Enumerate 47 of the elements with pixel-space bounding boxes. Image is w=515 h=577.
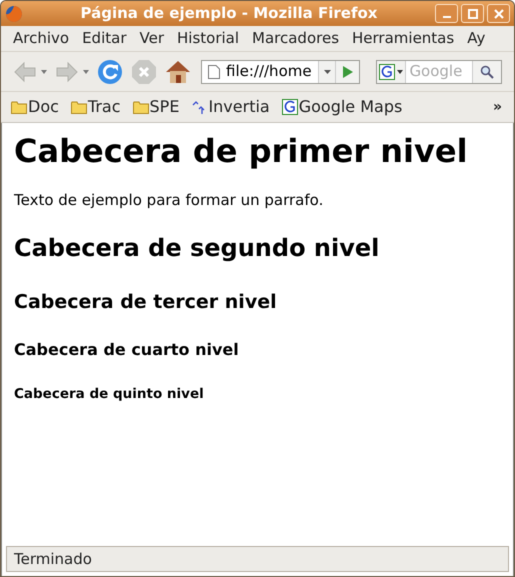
play-icon <box>342 66 353 78</box>
search-icon <box>480 64 494 78</box>
home-icon[interactable] <box>165 58 191 84</box>
url-field[interactable]: file:///home <box>201 60 360 84</box>
more-bookmarks-button[interactable]: » <box>492 96 504 118</box>
history-dropdown-button[interactable] <box>318 60 336 82</box>
caret-icon <box>324 70 331 74</box>
reload-icon[interactable] <box>97 58 123 84</box>
bookmark-item[interactable]: Google Maps <box>298 95 402 119</box>
google-logo-icon[interactable] <box>379 64 396 80</box>
bookmark-item[interactable]: SPE <box>150 95 180 119</box>
bookmark-item[interactable]: Invertia <box>208 95 270 119</box>
heading: Cabecera de segundo nivel <box>14 232 380 264</box>
menu-item[interactable]: Archivo <box>13 27 70 50</box>
paragraph: Texto de ejemplo para formar un parrafo. <box>14 190 324 211</box>
window-title: Página de ejemplo - Mozilla Firefox <box>80 3 378 24</box>
menu-item[interactable]: Marcadores <box>252 27 340 50</box>
menu-item[interactable]: Herramientas <box>352 27 454 50</box>
maximize-icon <box>468 8 478 18</box>
folder-icon <box>70 100 87 114</box>
search-button[interactable] <box>472 60 501 82</box>
bookmark-item[interactable]: Trac <box>88 95 121 119</box>
heading: Cabecera de primer nivel <box>14 135 469 167</box>
go-button[interactable] <box>335 60 360 82</box>
search-field[interactable]: Google <box>376 60 502 84</box>
google-favicon-icon <box>282 99 298 115</box>
close-button[interactable] <box>487 4 510 23</box>
firefox-logo-icon <box>5 4 23 22</box>
url-text: file:///home <box>226 61 313 82</box>
close-icon <box>494 8 504 18</box>
heading: Cabecera de quinto nivel <box>14 385 205 404</box>
heading: Cabecera de cuarto nivel <box>14 339 240 361</box>
menu-item[interactable]: Historial <box>177 27 240 50</box>
status-bar: Terminado <box>6 546 509 572</box>
menu-item[interactable]: Ay <box>467 27 486 50</box>
caret-icon[interactable] <box>397 70 404 74</box>
minimize-button[interactable] <box>435 4 458 23</box>
heading: Cabecera de tercer nivel <box>14 290 278 314</box>
menu-item[interactable]: Editar <box>82 27 126 50</box>
menu-item[interactable]: Ver <box>140 27 164 50</box>
folder-icon <box>132 100 149 114</box>
folder-icon <box>11 100 27 114</box>
bookmark-item[interactable]: Doc <box>28 95 59 119</box>
page-icon <box>208 64 220 78</box>
search-input[interactable]: Google <box>406 60 472 83</box>
maximize-button[interactable] <box>461 4 484 23</box>
minimize-icon <box>442 16 450 18</box>
